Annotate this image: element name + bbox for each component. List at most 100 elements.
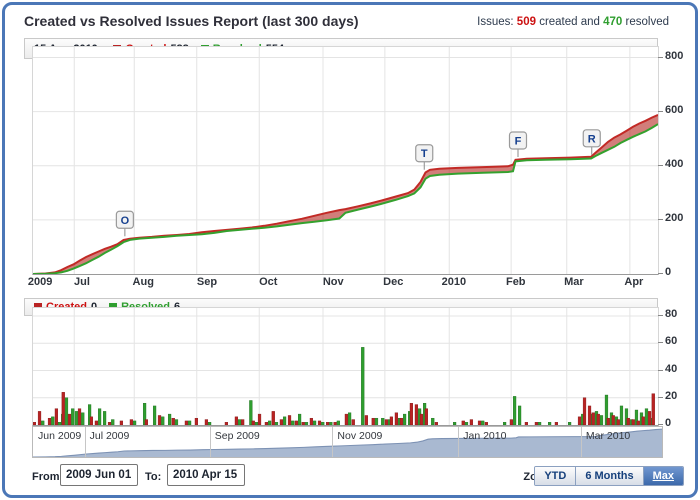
- created-bar: [301, 422, 305, 425]
- range-navigator[interactable]: Jun 2009 Jul 2009 Sep 2009 Nov 2009 Jan 2010…: [32, 426, 663, 458]
- resolved-bar: [518, 405, 522, 425]
- issues-created-count: 509: [516, 16, 536, 28]
- created-bar: [534, 422, 538, 425]
- created-bar: [204, 419, 208, 425]
- created-bar: [596, 413, 600, 425]
- issues-resolved-count: 470: [603, 16, 623, 28]
- bottom-controls: From: To: Zoom: YTD6 MonthsMax: [5, 464, 695, 492]
- created-bar: [616, 419, 620, 425]
- lower-plot[interactable]: [32, 307, 659, 426]
- created-bar: [47, 417, 52, 425]
- issues-summary-prefix: Issues:: [477, 16, 514, 28]
- resolved-bar: [207, 422, 212, 425]
- created-bar: [241, 419, 245, 425]
- created-bar: [414, 404, 418, 425]
- x-axis-label: Apr: [624, 276, 644, 288]
- x-axis-label: Feb: [505, 276, 526, 288]
- resolved-bar: [538, 422, 542, 425]
- created-bar: [641, 416, 645, 425]
- y-axis-tick: [658, 110, 663, 112]
- created-bar: [287, 415, 292, 425]
- resolved-bar: [81, 412, 85, 425]
- resolved-bar: [97, 408, 102, 425]
- from-date-input[interactable]: [60, 464, 138, 486]
- zoom-button-max[interactable]: Max: [643, 467, 683, 485]
- navigator-divider: [580, 427, 582, 457]
- created-bar: [591, 412, 595, 425]
- resolved-bar: [282, 416, 287, 425]
- created-bar: [477, 420, 482, 425]
- created-bar: [371, 417, 375, 425]
- created-bar: [194, 417, 198, 425]
- page-title: Created vs Resolved Issues Report (last …: [24, 13, 359, 29]
- svg-text:R: R: [588, 133, 596, 145]
- resolved-bar: [187, 420, 192, 425]
- created-bar: [37, 411, 42, 425]
- x-axis-label: 2010: [441, 276, 467, 288]
- y-axis-label: 40: [665, 362, 678, 375]
- x-axis-label: Sep: [196, 276, 218, 288]
- resolved-bar: [403, 413, 407, 425]
- created-bar: [434, 422, 438, 425]
- resolved-bar: [321, 422, 325, 425]
- created-bar: [647, 411, 652, 425]
- resolved-bar: [298, 413, 302, 425]
- created-bar: [294, 420, 298, 425]
- created-bar: [119, 420, 123, 425]
- created-bar: [554, 422, 558, 425]
- created-bar: [509, 419, 513, 425]
- y-axis-label: 200: [665, 211, 684, 224]
- y-axis-label: 60: [665, 335, 678, 348]
- created-bar: [107, 422, 112, 425]
- zoom-button-6-months[interactable]: 6 Months: [576, 467, 644, 485]
- main-plot[interactable]: O T F R: [32, 46, 659, 275]
- svg-text:T: T: [421, 148, 428, 160]
- zoom-button-ytd[interactable]: YTD: [535, 467, 577, 485]
- created-bar: [251, 420, 255, 425]
- x-axis-label: Oct: [259, 276, 278, 288]
- resolved-bar: [152, 405, 157, 425]
- resolved-bar: [71, 408, 75, 425]
- issues-summary-mid: created and: [539, 16, 600, 28]
- created-bar: [577, 416, 582, 425]
- created-bar: [326, 422, 330, 425]
- created-bar: [651, 393, 655, 425]
- to-label: To:: [145, 471, 162, 483]
- navigator-label: Sep 2009: [214, 430, 260, 442]
- resolved-bar: [431, 417, 435, 425]
- y-axis-tick: [658, 56, 663, 58]
- created-bar: [469, 419, 473, 425]
- created-bar: [257, 413, 262, 425]
- resolved-bar: [313, 420, 317, 425]
- navigator-divider: [458, 427, 460, 457]
- resolved-bar: [254, 422, 259, 425]
- resolved-bar: [102, 411, 107, 425]
- x-axis-label: Aug: [132, 276, 154, 288]
- resolved-bar: [291, 420, 295, 425]
- flag-F[interactable]: F: [508, 131, 528, 157]
- resolved-bar: [336, 420, 340, 425]
- created-bar: [389, 416, 393, 425]
- y-axis-label: 0: [665, 266, 672, 278]
- created-bar: [89, 416, 93, 425]
- y-axis-tick: [658, 424, 663, 425]
- resolved-bar: [51, 416, 55, 425]
- created-bar: [394, 412, 398, 425]
- y-axis-label: 0: [665, 417, 672, 429]
- flag-O[interactable]: O: [115, 210, 134, 237]
- y-axis-label: 80: [665, 308, 678, 320]
- resolved-bar: [453, 422, 457, 425]
- to-date-input[interactable]: [167, 464, 245, 486]
- created-bar: [333, 422, 337, 425]
- created-bar: [611, 415, 615, 425]
- created-bar: [184, 420, 188, 425]
- created-bar: [351, 419, 355, 425]
- navigator-label: Jul 2009: [89, 430, 130, 442]
- issues-summary-suffix: resolved: [625, 16, 669, 28]
- resolved-bar: [304, 422, 309, 425]
- navigator-label: Mar 2010: [585, 430, 631, 442]
- resolved-bar: [74, 411, 79, 425]
- svg-text:O: O: [121, 215, 130, 227]
- resolved-bar: [329, 422, 333, 425]
- created-bar: [524, 422, 528, 425]
